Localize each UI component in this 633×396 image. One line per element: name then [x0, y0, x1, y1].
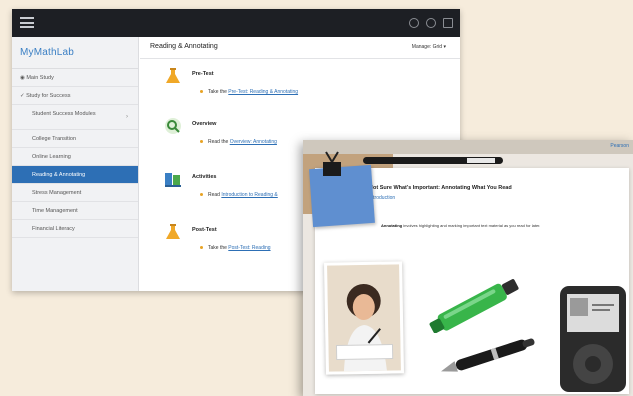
fountain-pen-image [441, 338, 535, 372]
music-player-image [560, 286, 626, 392]
binder-clip-icon [323, 151, 341, 176]
sidebar-item-stress-management[interactable]: Stress Management [12, 184, 138, 202]
post-test-link[interactable]: Post-Test: Reading [228, 245, 270, 251]
step-line: Read Introduction to Reading & [200, 192, 278, 198]
sidebar-item-study-for-success[interactable]: ✓ Study for Success [12, 87, 138, 105]
hamburger-menu-icon[interactable] [20, 17, 34, 28]
settings-icon[interactable] [426, 18, 436, 28]
step-label: Activities [192, 174, 217, 180]
account-icon[interactable] [443, 18, 453, 28]
pre-test-link[interactable]: Pre-Test: Reading & Annotating [228, 89, 298, 95]
lesson-topbar: Pearson [303, 140, 633, 154]
activities-link[interactable]: Introduction to Reading & [221, 192, 277, 198]
content-header: Reading & Annotating Manage: Grid ▾ [140, 37, 460, 59]
brand-logo: Pearson [610, 143, 629, 149]
flask-icon [166, 224, 180, 239]
sidebar-item-financial-literacy[interactable]: Financial Literacy [12, 220, 138, 238]
sidebar-item-online-learning[interactable]: Online Learning [12, 148, 138, 166]
sidebar-item-label: Student Success Modules [32, 111, 96, 117]
student-photo [324, 261, 404, 375]
step-label: Overview [192, 121, 217, 127]
lesson-title: Not Sure What's Important: Annotating Wh… [369, 185, 512, 191]
lesson-body: Annotating involves highlighting and mar… [381, 223, 541, 228]
page-title: Reading & Annotating [150, 43, 218, 50]
step-line: Take the Pre-Test: Reading & Annotating [200, 89, 298, 95]
sidebar: MyMathLab ◉ Main Study ✓ Study for Succe… [12, 37, 139, 291]
step-label: Pre-Test [192, 71, 214, 77]
highlighter-image [429, 279, 519, 333]
sidebar-item-main-study[interactable]: ◉ Main Study [12, 69, 138, 87]
flask-icon [166, 68, 180, 83]
top-bar [12, 9, 460, 37]
marker-image [363, 157, 503, 164]
brand-logo[interactable]: MyMathLab [12, 37, 138, 69]
step-label: Post-Test [192, 227, 217, 233]
sidebar-item-college-transition[interactable]: College Transition [12, 130, 138, 148]
books-icon [165, 173, 181, 187]
magnifier-icon [165, 118, 181, 134]
step-line: Take the Post-Test: Reading [200, 245, 271, 251]
sidebar-item-time-management[interactable]: Time Management [12, 202, 138, 220]
manage-dropdown[interactable]: Manage: Grid ▾ [412, 44, 446, 50]
sidebar-nav: ◉ Main Study ✓ Study for Success Student… [12, 69, 138, 238]
overview-link[interactable]: Overview: Annotating [230, 139, 277, 145]
sidebar-item-reading-annotating[interactable]: Reading & Annotating [12, 166, 138, 184]
chevron-right-icon: › [126, 114, 128, 120]
help-icon[interactable] [409, 18, 419, 28]
lesson-window: Pearson Not Sure What's Important: Annot… [303, 140, 633, 396]
sidebar-item-student-success-modules[interactable]: Student Success Modules › [12, 105, 138, 130]
step-line: Read the Overview: Annotating [200, 139, 277, 145]
